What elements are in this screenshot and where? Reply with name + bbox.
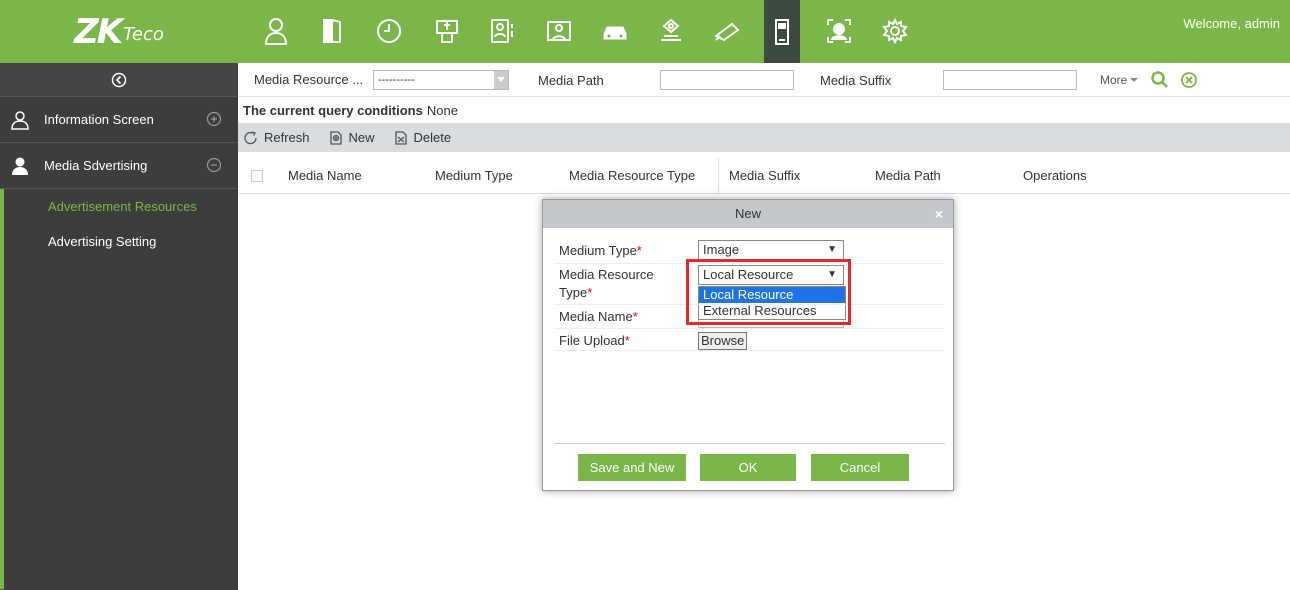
media-resource-filter-select[interactable]: ---------- xyxy=(373,70,509,90)
cancel-button[interactable]: Cancel xyxy=(811,454,909,481)
new-button[interactable]: New xyxy=(328,130,375,146)
browse-button[interactable]: Browse xyxy=(698,332,748,350)
column-media-path[interactable]: Media Path xyxy=(875,168,941,183)
delete-button[interactable]: Delete xyxy=(393,130,452,146)
clock-icon[interactable] xyxy=(370,12,408,50)
media-resource-filter-value: ---------- xyxy=(378,74,415,86)
sidebar-section-label: Media Sdvertising xyxy=(44,158,148,173)
sidebar-section-media-advertising[interactable]: Media Sdvertising xyxy=(0,143,238,189)
table-header: Media Name Medium Type Media Resource Ty… xyxy=(238,158,1290,194)
chevron-left-circle-icon xyxy=(111,72,127,87)
more-filters-label: More xyxy=(1100,73,1128,87)
file-upload-label: File Upload* xyxy=(559,333,630,348)
sidebar-item-advertising-setting[interactable]: Advertising Setting xyxy=(4,224,238,259)
filter-row: Media Resource ... ---------- Media Path… xyxy=(238,63,1290,97)
highlight-box xyxy=(686,259,851,325)
query-conditions-value: None xyxy=(426,102,458,118)
logo: ZK Teco xyxy=(0,0,238,63)
user-outline-icon xyxy=(10,110,30,130)
delete-icon xyxy=(394,130,407,145)
logo-main: ZK xyxy=(74,11,123,52)
column-medium-type[interactable]: Medium Type xyxy=(435,168,513,183)
logo-sub: Teco xyxy=(123,24,164,45)
row-divider xyxy=(555,350,945,351)
search-icon[interactable] xyxy=(1150,70,1170,93)
sidebar-item-advertisement-resources[interactable]: Advertisement Resources xyxy=(4,189,238,224)
medium-type-label: Medium Type* xyxy=(559,243,642,258)
new-label: New xyxy=(348,130,375,145)
refresh-label: Refresh xyxy=(264,130,310,145)
media-screen-icon[interactable] xyxy=(764,0,800,63)
media-suffix-filter-input[interactable] xyxy=(943,70,1077,90)
footer-divider xyxy=(555,443,945,444)
dropdown-arrow-icon xyxy=(494,71,508,89)
expand-plus-icon[interactable] xyxy=(206,111,222,130)
new-dialog: New × Medium Type* Image ▼ Media Resourc… xyxy=(542,199,954,491)
meeting-icon[interactable] xyxy=(540,12,578,50)
column-divider xyxy=(718,158,719,194)
dialog-title: New xyxy=(734,206,761,221)
top-bar: ZK Teco Welcome, admin xyxy=(0,0,1290,63)
column-media-resource-type[interactable]: Media Resource Type xyxy=(569,168,695,183)
medium-type-value: Image xyxy=(703,242,740,257)
new-icon xyxy=(329,130,342,145)
sidebar-section-information-screen[interactable]: Information Screen xyxy=(0,97,238,143)
door-icon[interactable] xyxy=(314,12,352,50)
sidebar-collapse-button[interactable] xyxy=(0,63,238,97)
visitor-icon[interactable] xyxy=(484,12,522,50)
more-filters-button[interactable]: More xyxy=(1100,73,1139,87)
user-solid-icon xyxy=(10,156,30,176)
caret-down-icon xyxy=(1130,78,1139,82)
dropdown-arrow-icon: ▼ xyxy=(827,244,837,255)
close-icon[interactable]: × xyxy=(935,200,943,228)
refresh-button[interactable]: Refresh xyxy=(243,130,310,145)
surveillance-icon[interactable] xyxy=(708,12,746,50)
medium-type-select[interactable]: Image ▼ xyxy=(698,240,844,260)
column-media-name[interactable]: Media Name xyxy=(288,168,362,183)
sidebar: Information Screen Media Sdvertising Adv… xyxy=(0,63,238,590)
select-all-checkbox[interactable] xyxy=(251,170,263,182)
save-and-new-button[interactable]: Save and New xyxy=(578,454,686,481)
face-icon[interactable] xyxy=(820,12,858,50)
car-icon[interactable] xyxy=(596,12,634,50)
toolbar: Refresh New Delete xyxy=(238,123,1290,152)
media-path-filter-input[interactable] xyxy=(660,70,794,90)
query-conditions-label: The current query conditions xyxy=(243,102,423,118)
delete-label: Delete xyxy=(413,130,452,145)
media-resource-type-label: Media Resource Type* xyxy=(559,267,654,300)
media-path-filter-label: Media Path xyxy=(538,73,604,88)
welcome-text: Welcome, admin xyxy=(1183,16,1280,31)
query-conditions: The current query conditions None xyxy=(238,97,1290,123)
personnel-icon[interactable] xyxy=(258,12,296,50)
sidebar-sub-list: Advertisement Resources Advertising Sett… xyxy=(0,189,238,589)
settings-icon[interactable] xyxy=(876,12,914,50)
column-operations[interactable]: Operations xyxy=(1023,168,1087,183)
sidebar-section-label: Information Screen xyxy=(44,112,154,127)
patrol-icon[interactable] xyxy=(652,12,690,50)
row-divider xyxy=(555,328,945,329)
refresh-icon xyxy=(244,130,257,144)
media-name-label: Media Name* xyxy=(559,309,638,324)
dialog-header: New × xyxy=(543,200,953,228)
ok-button[interactable]: OK xyxy=(700,454,796,481)
collapse-minus-icon[interactable] xyxy=(206,157,222,176)
media-suffix-filter-label: Media Suffix xyxy=(820,73,892,88)
media-resource-filter-label: Media Resource ... xyxy=(254,72,364,87)
column-media-suffix[interactable]: Media Suffix xyxy=(729,168,800,183)
clear-filter-icon[interactable] xyxy=(1180,71,1198,92)
elevator-icon[interactable] xyxy=(428,12,466,50)
